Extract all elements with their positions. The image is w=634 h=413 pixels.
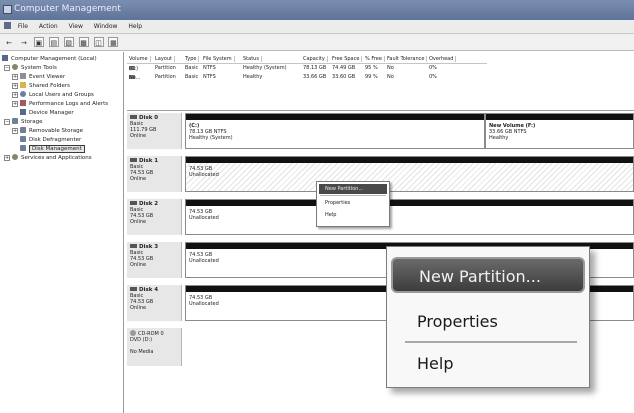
services-icon — [12, 154, 18, 160]
hard-disk-icon — [130, 115, 137, 119]
tools-icon — [12, 64, 18, 70]
disk-label[interactable]: Disk 4 Basic 74.53 GB Online — [127, 285, 182, 321]
tree-item-local-users[interactable]: + Local Users and Groups — [0, 91, 123, 100]
tree-item-system-tools[interactable]: − System Tools — [0, 64, 123, 73]
menu-separator — [320, 195, 386, 196]
performance-icon — [20, 100, 26, 106]
removable-storage-icon — [20, 127, 26, 133]
disk-label[interactable]: Disk 3 Basic 74.53 GB Online — [127, 242, 182, 278]
expand-icon[interactable]: + — [12, 92, 18, 98]
tree-item-disk-management[interactable]: Disk Management — [0, 145, 123, 154]
hard-disk-icon — [130, 244, 137, 248]
hard-disk-icon — [130, 158, 137, 162]
disk-label[interactable]: Disk 2 Basic 74.53 GB Online — [127, 199, 182, 235]
tree-item-storage[interactable]: − Storage — [0, 118, 123, 127]
cd-drive-icon — [130, 330, 136, 336]
tree-item-device-manager[interactable]: Device Manager — [0, 109, 123, 118]
toolbar: ← → ▣ ▤ ▧ ▩ ◫ ▦ — [0, 34, 634, 51]
col-status[interactable]: Status — [243, 56, 262, 62]
menu-separator — [405, 341, 577, 343]
device-manager-icon — [20, 109, 26, 115]
col-volume[interactable]: Volume — [129, 56, 151, 62]
volume-list-header: Volume Layout Type File System Status Ca… — [127, 55, 487, 64]
tree-item-shared-folders[interactable]: + Shared Folders — [0, 82, 123, 91]
forward-button[interactable]: → — [19, 38, 29, 48]
users-icon — [20, 91, 26, 97]
disk-label[interactable]: Disk 1 Basic 74.53 GB Online — [127, 156, 182, 192]
back-button[interactable]: ← — [4, 38, 14, 48]
help-menu-item[interactable]: Help — [317, 209, 389, 221]
col-type[interactable]: Type — [185, 56, 200, 62]
disk-row: Disk 0 Basic 111.79 GB Online (C:) 78.13… — [127, 111, 634, 151]
col-file-system[interactable]: File System — [203, 56, 235, 62]
expand-icon[interactable]: + — [12, 74, 18, 80]
menu-view[interactable]: View — [69, 23, 83, 30]
hard-disk-icon — [130, 201, 137, 205]
col-percent-free[interactable]: % Free — [365, 56, 385, 62]
disk-label[interactable]: Disk 0 Basic 111.79 GB Online — [127, 113, 182, 149]
new-partition-menu-item[interactable]: New Partition... — [319, 184, 387, 194]
partition-f[interactable]: New Volume (F:) 33.66 GB NTFS Healthy — [485, 113, 634, 149]
unallocated-space[interactable]: 74.53 GB Unallocated — [185, 199, 634, 235]
col-layout[interactable]: Layout — [155, 56, 175, 62]
col-free-space[interactable]: Free Space — [332, 56, 363, 62]
col-fault-tolerance[interactable]: Fault Tolerance — [387, 56, 428, 62]
menu-window[interactable]: Window — [94, 23, 118, 30]
col-overhead[interactable]: Overhead — [429, 56, 457, 62]
view-icon[interactable]: ▦ — [108, 37, 119, 47]
properties-icon[interactable]: ▧ — [63, 37, 74, 47]
collapse-icon[interactable]: − — [4, 65, 10, 71]
menu-bar: File Action View Window Help — [0, 20, 634, 34]
event-viewer-icon — [20, 73, 26, 79]
context-menu: New Partition... Properties Help — [316, 181, 390, 227]
expand-icon[interactable]: + — [12, 101, 18, 107]
app-icon — [3, 5, 12, 14]
up-level-icon[interactable]: ▣ — [33, 37, 44, 47]
unallocated-space[interactable]: 74.53 GB Unallocated — [185, 156, 634, 192]
col-capacity[interactable]: Capacity — [303, 56, 328, 62]
document-icon — [4, 22, 11, 29]
expand-icon[interactable]: + — [12, 83, 18, 89]
tree-item-root[interactable]: Computer Management (Local) — [0, 55, 123, 64]
storage-icon — [12, 118, 18, 124]
expand-icon[interactable]: + — [4, 155, 10, 161]
menu-action[interactable]: Action — [39, 23, 58, 30]
title-bar: Computer Management — [0, 0, 634, 20]
computer-icon — [2, 55, 8, 61]
defragmenter-icon — [20, 136, 26, 142]
disk-management-icon — [20, 145, 26, 151]
show-hide-tree-icon[interactable]: ▤ — [48, 37, 59, 47]
help-icon[interactable]: ▩ — [78, 37, 89, 47]
tree-item-performance-logs[interactable]: + Performance Logs and Alerts — [0, 100, 123, 109]
tree-item-disk-defragmenter[interactable]: Disk Defragmenter — [0, 136, 123, 145]
tree-item-event-viewer[interactable]: + Event Viewer — [0, 73, 123, 82]
context-menu-magnified: New Partition... Properties Help — [386, 246, 590, 388]
help-menu-item-zoom[interactable]: Help — [387, 345, 591, 383]
menu-file[interactable]: File — [18, 23, 28, 30]
volume-list: Volume Layout Type File System Status Ca… — [127, 52, 634, 111]
properties-menu-item[interactable]: Properties — [317, 197, 389, 209]
cdrom-label[interactable]: CD-ROM 0 DVD (D:) No Media — [127, 328, 182, 366]
console-tree: Computer Management (Local) − System Tool… — [0, 52, 124, 413]
expand-icon[interactable]: + — [12, 128, 18, 134]
new-partition-menu-item-zoom[interactable]: New Partition... — [391, 257, 585, 293]
export-icon[interactable]: ◫ — [93, 37, 104, 47]
menu-help[interactable]: Help — [128, 23, 142, 30]
folder-icon — [20, 82, 26, 88]
partition-c[interactable]: (C:) 78.13 GB NTFS Healthy (System) — [185, 113, 485, 149]
tree-item-services[interactable]: + Services and Applications — [0, 154, 123, 163]
properties-menu-item-zoom[interactable]: Properties — [387, 303, 591, 341]
hard-disk-icon — [130, 287, 137, 291]
collapse-icon[interactable]: − — [4, 119, 10, 125]
window-title: Computer Management — [14, 4, 121, 14]
tree-item-removable-storage[interactable]: + Removable Storage — [0, 127, 123, 136]
